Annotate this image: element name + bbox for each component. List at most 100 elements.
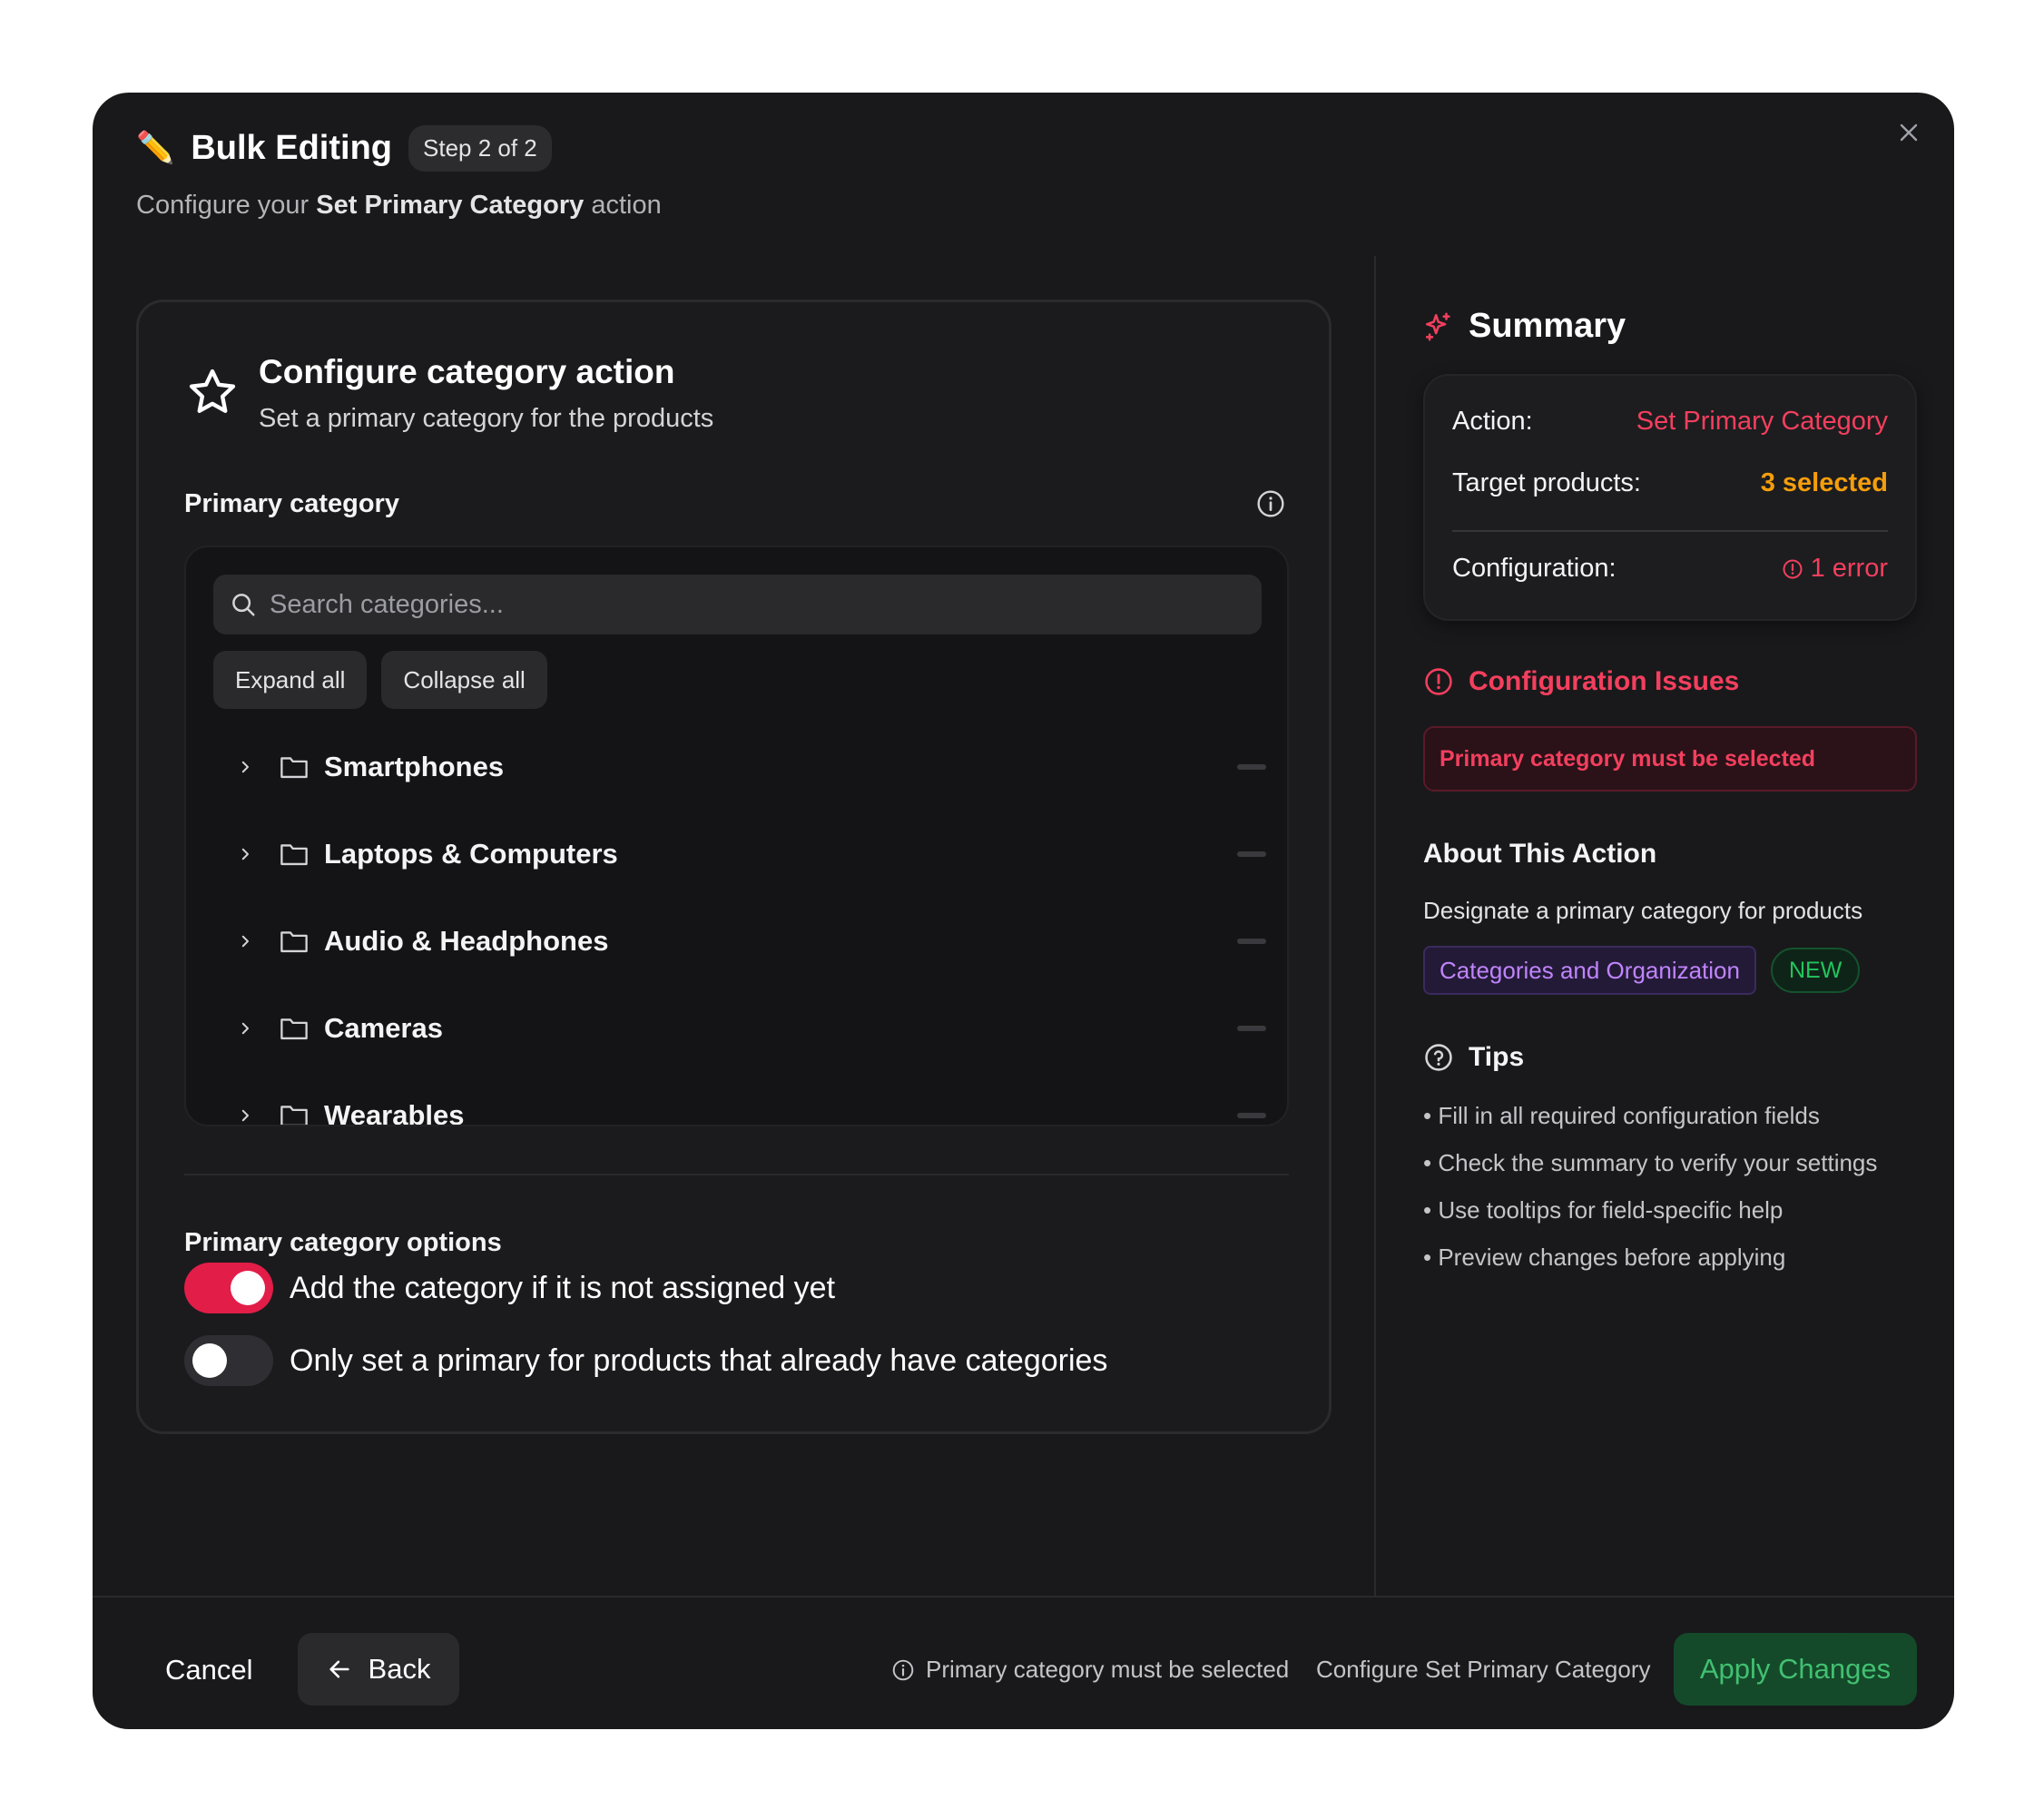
collapse-all-button[interactable]: Collapse all xyxy=(381,651,547,709)
tree-item-wearables[interactable]: Wearables xyxy=(231,1088,1266,1126)
summary-title: Summary xyxy=(1469,307,1626,345)
footer-warning: Primary category must be selected xyxy=(891,1656,1289,1684)
step-badge: Step 2 of 2 xyxy=(408,124,552,172)
close-button[interactable] xyxy=(1891,114,1927,151)
expand-all-button[interactable]: Expand all xyxy=(213,651,368,709)
config-error-text: 1 error xyxy=(1810,554,1888,583)
card-title: Configure category action xyxy=(259,353,675,390)
tree-item-laptops[interactable]: Laptops & Computers xyxy=(231,827,1266,881)
add-category-toggle[interactable] xyxy=(184,1263,273,1313)
about-tags: Categories and Organization NEW xyxy=(1423,946,1861,995)
summary-key: Action: xyxy=(1452,407,1533,436)
tip-item: • Fill in all required configuration fie… xyxy=(1423,1102,1820,1129)
search-input[interactable]: Search categories... xyxy=(213,575,1262,634)
back-button[interactable]: Back xyxy=(298,1633,459,1706)
info-icon xyxy=(892,1659,914,1680)
issue-text: Primary category must be selected xyxy=(1440,745,1816,772)
toggle-knob xyxy=(231,1271,265,1305)
issue-item: Primary category must be selected xyxy=(1423,726,1917,792)
sparkles-icon xyxy=(1425,312,1450,340)
panel-divider xyxy=(1374,256,1376,1598)
category-tag: Categories and Organization xyxy=(1423,946,1756,995)
tree-item-label: Laptops & Computers xyxy=(324,838,618,870)
search-icon xyxy=(232,594,255,616)
issues-header: Configuration Issues xyxy=(1423,666,1739,697)
tree-item-label: Wearables xyxy=(324,1099,465,1126)
tree-item-indicator xyxy=(1237,1113,1266,1118)
chevron-right-icon[interactable] xyxy=(231,759,259,775)
alert-circle-icon xyxy=(1425,668,1452,695)
only-existing-toggle[interactable] xyxy=(184,1335,273,1386)
option-only-existing: Only set a primary for products that alr… xyxy=(184,1335,1107,1386)
cancel-button[interactable]: Cancel xyxy=(165,1654,253,1686)
summary-header: Summary xyxy=(1423,307,1626,346)
issues-title: Configuration Issues xyxy=(1469,666,1740,696)
tree-item-audio[interactable]: Audio & Headphones xyxy=(231,914,1266,968)
summary-action-row: Action: Set Primary Category xyxy=(1452,407,1888,437)
summary-card: Action: Set Primary Category Target prod… xyxy=(1423,374,1917,621)
tips-header: Tips xyxy=(1423,1042,1524,1073)
subtitle-suffix: action xyxy=(591,191,662,220)
new-badge: NEW xyxy=(1770,948,1861,993)
tip-item: • Check the summary to verify your setti… xyxy=(1423,1149,1878,1176)
summary-divider xyxy=(1452,530,1888,532)
info-icon[interactable] xyxy=(1256,489,1285,523)
footer-warning-text: Primary category must be selected xyxy=(926,1656,1290,1683)
chevron-right-icon[interactable] xyxy=(231,933,259,949)
chevron-right-icon[interactable] xyxy=(231,1020,259,1037)
tree-item-smartphones[interactable]: Smartphones xyxy=(231,740,1266,794)
primary-category-label: Primary category xyxy=(184,489,399,518)
close-icon xyxy=(1900,123,1918,142)
modal-subtitle: Configure your Set Primary Category acti… xyxy=(136,191,662,221)
options-label: Primary category options xyxy=(184,1228,502,1257)
search-placeholder: Search categories... xyxy=(270,589,504,619)
card-divider xyxy=(184,1174,1289,1175)
option-add-category: Add the category if it is not assigned y… xyxy=(184,1263,835,1313)
tree-item-indicator xyxy=(1237,851,1266,857)
folder-icon xyxy=(279,1102,310,1125)
tree-item-label: Audio & Headphones xyxy=(324,925,609,957)
apply-changes-button[interactable]: Apply Changes xyxy=(1674,1633,1917,1706)
bulk-edit-modal: ✏️ Bulk Editing Step 2 of 2 Configure yo… xyxy=(93,93,1954,1729)
tree-item-indicator xyxy=(1237,1026,1266,1031)
option-label: Add the category if it is not assigned y… xyxy=(290,1270,836,1305)
folder-icon xyxy=(279,1015,310,1042)
star-icon xyxy=(186,366,239,423)
toggle-knob xyxy=(192,1343,227,1378)
back-label: Back xyxy=(368,1653,431,1685)
pencil-icon: ✏️ xyxy=(136,131,175,165)
folder-icon xyxy=(279,753,310,781)
about-description: Designate a primary category for product… xyxy=(1423,897,1863,924)
alert-circle-icon xyxy=(1783,559,1803,578)
tree-controls: Expand all Collapse all xyxy=(213,651,547,709)
tree-item-indicator xyxy=(1237,939,1266,944)
subtitle-prefix: Configure your xyxy=(136,191,310,220)
summary-action-value: Set Primary Category xyxy=(1636,407,1888,436)
category-tree: Search categories... Expand all Collapse… xyxy=(184,546,1289,1126)
chevron-right-icon[interactable] xyxy=(231,846,259,862)
about-title: About This Action xyxy=(1423,839,1657,869)
summary-key: Target products: xyxy=(1452,468,1641,497)
tip-item: • Preview changes before applying xyxy=(1423,1244,1786,1271)
modal-title: Bulk Editing xyxy=(191,128,392,167)
tree-item-indicator xyxy=(1237,764,1266,770)
card-subtitle: Set a primary category for the products xyxy=(259,404,714,433)
summary-target-value: 3 selected xyxy=(1760,468,1888,497)
summary-config-value: 1 error xyxy=(1782,554,1888,584)
summary-config-row: Configuration: 1 error xyxy=(1452,554,1888,584)
footer-divider xyxy=(93,1596,1954,1598)
help-circle-icon xyxy=(1425,1044,1452,1071)
subtitle-action: Set Primary Category xyxy=(316,191,585,220)
tip-item: • Use tooltips for field-specific help xyxy=(1423,1196,1784,1224)
tree-item-label: Smartphones xyxy=(324,751,505,782)
summary-target-row: Target products: 3 selected xyxy=(1452,468,1888,498)
tree-item-cameras[interactable]: Cameras xyxy=(231,1001,1266,1056)
tips-title: Tips xyxy=(1469,1042,1525,1072)
footer-config-hint: Configure Set Primary Category xyxy=(1316,1656,1651,1683)
arrow-left-icon xyxy=(329,1660,349,1678)
configure-card: Configure category action Set a primary … xyxy=(136,300,1332,1434)
modal-header: ✏️ Bulk Editing Step 2 of 2 xyxy=(136,124,552,172)
chevron-right-icon[interactable] xyxy=(231,1107,259,1124)
folder-icon xyxy=(279,841,310,868)
summary-key: Configuration: xyxy=(1452,554,1617,583)
